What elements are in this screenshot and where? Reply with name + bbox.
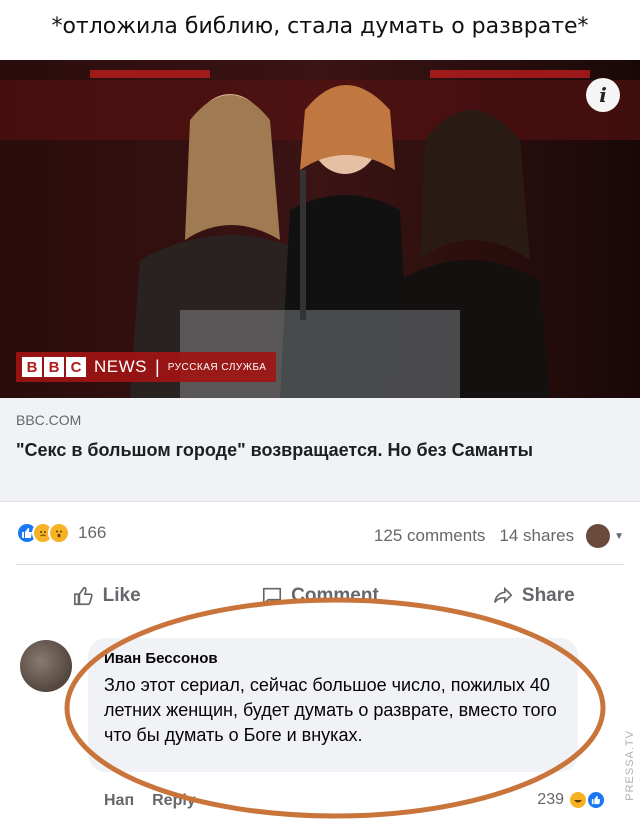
chevron-down-icon[interactable]: ▼ xyxy=(614,531,624,542)
post-actions: Like Comment Share xyxy=(0,574,640,618)
link-preview[interactable]: BBC.COM "Секс в большом городе" возвраща… xyxy=(0,398,640,502)
comment-text: Зло этот сериал, сейчас большое число, п… xyxy=(104,675,557,745)
commenter-avatar[interactable] xyxy=(20,640,72,692)
wow-reaction-icon xyxy=(48,522,70,544)
bbc-news-banner: B B C NEWS | РУССКАЯ СЛУЖБА xyxy=(16,352,277,382)
comment-button[interactable]: Comment xyxy=(213,574,426,618)
comment-like-link[interactable]: Нап xyxy=(104,792,134,810)
share-button[interactable]: Share xyxy=(427,574,640,618)
bbc-separator: | xyxy=(155,356,160,377)
comment: Иван Бессонов Зло этот сериал, сейчас бо… xyxy=(0,630,640,824)
bbc-service-label: РУССКАЯ СЛУЖБА xyxy=(167,361,267,373)
photo-illustration xyxy=(0,60,640,398)
viewer-avatar[interactable] xyxy=(586,524,611,548)
comment-footer: Нап Reply xyxy=(104,792,196,810)
comment-reaction-count: 239 xyxy=(537,791,564,808)
comments-count[interactable]: 125 comments xyxy=(374,526,486,546)
thumbs-up-icon xyxy=(73,586,93,606)
comment-bubble: Иван Бессонов Зло этот сериал, сейчас бо… xyxy=(88,638,578,772)
share-label: Share xyxy=(521,585,575,606)
comment-author[interactable]: Иван Бессонов xyxy=(104,650,562,667)
share-icon xyxy=(493,586,513,604)
bbc-news-label: NEWS xyxy=(94,357,147,376)
link-title: "Секс в большом городе" возвращается. Но… xyxy=(16,440,533,460)
comment-reactions[interactable]: 239 xyxy=(537,790,606,810)
info-icon[interactable]: i xyxy=(586,78,620,112)
bbc-logo-letter: B xyxy=(22,357,42,377)
reaction-count: 166 xyxy=(78,523,107,542)
reply-link[interactable]: Reply xyxy=(152,792,196,810)
like-reaction-icon xyxy=(586,790,606,810)
divider xyxy=(16,564,624,565)
post-image[interactable]: i B B C NEWS | РУССКАЯ СЛУЖБА xyxy=(0,60,640,398)
bbc-logo-letter: C xyxy=(66,357,86,377)
engagement-counts: 125 comments 14 shares ▼ xyxy=(374,524,624,548)
reactions-summary[interactable]: 166 xyxy=(16,522,106,544)
watermark: PRESSA.TV xyxy=(624,730,636,801)
post-stats: 166 125 comments 14 shares ▼ xyxy=(0,514,640,554)
bbc-logo-letter: B xyxy=(44,357,64,377)
bbc-logo: B B C xyxy=(22,357,86,377)
like-label: Like xyxy=(102,585,141,606)
comment-label: Comment xyxy=(291,585,379,606)
link-domain: BBC.COM xyxy=(16,412,82,428)
meme-caption: *отложила библию, стала думать о разврат… xyxy=(51,13,589,39)
like-button[interactable]: Like xyxy=(0,574,213,618)
comment-icon xyxy=(263,587,282,606)
laugh-reaction-icon xyxy=(568,790,588,810)
shares-count[interactable]: 14 shares xyxy=(499,526,574,546)
